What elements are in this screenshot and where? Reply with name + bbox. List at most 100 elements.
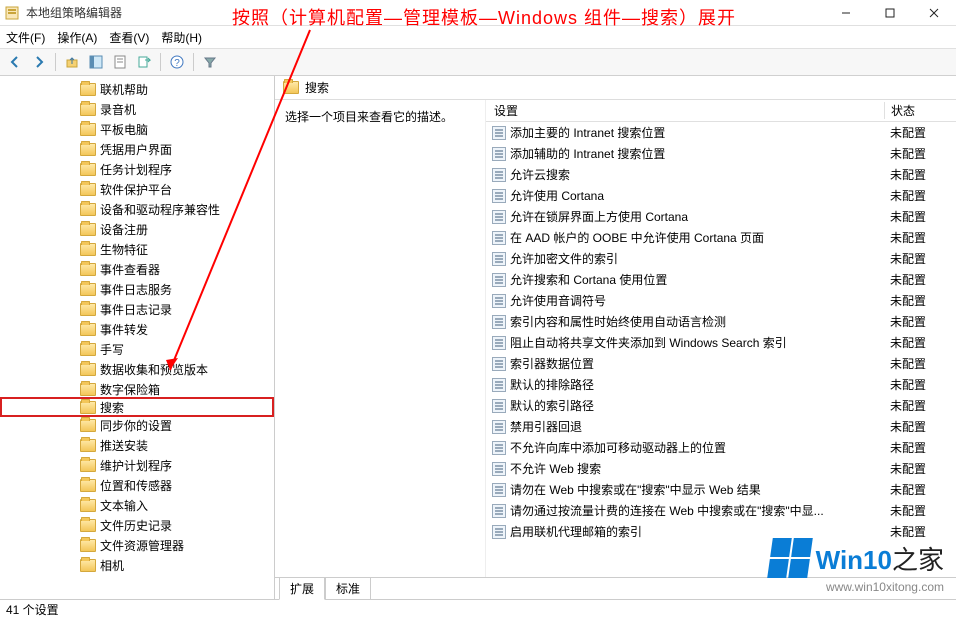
properties-button[interactable]	[109, 51, 131, 73]
tree-item[interactable]: 设备和驱动程序兼容性	[0, 199, 274, 219]
tree-item-label: 维护计划程序	[100, 457, 172, 474]
tree-item-label: 事件转发	[100, 321, 148, 338]
list-row[interactable]: 在 AAD 帐户的 OOBE 中允许使用 Cortana 页面未配置	[486, 227, 956, 248]
tree-item[interactable]: 推送安装	[0, 435, 274, 455]
tree-item[interactable]: 数据收集和预览版本	[0, 359, 274, 379]
tree-item[interactable]: 事件转发	[0, 319, 274, 339]
tree-item-label: 任务计划程序	[100, 161, 172, 178]
setting-status: 未配置	[884, 502, 956, 519]
tree-item-label: 生物特征	[100, 241, 148, 258]
tree-item-label: 事件日志记录	[100, 301, 172, 318]
show-tree-button[interactable]	[85, 51, 107, 73]
list-body[interactable]: 添加主要的 Intranet 搜索位置未配置添加辅助的 Intranet 搜索位…	[486, 122, 956, 577]
svg-text:?: ?	[174, 58, 180, 69]
up-folder-button[interactable]	[61, 51, 83, 73]
tree-item[interactable]: 任务计划程序	[0, 159, 274, 179]
tree-item[interactable]: 生物特征	[0, 239, 274, 259]
menu-view[interactable]: 查看(V)	[109, 29, 149, 46]
list-row[interactable]: 索引内容和属性时始终使用自动语言检测未配置	[486, 311, 956, 332]
export-button[interactable]	[133, 51, 155, 73]
watermark-brand: Win10	[816, 545, 892, 575]
list-row[interactable]: 请勿通过按流量计费的连接在 Web 中搜索或在"搜索"中显...未配置	[486, 500, 956, 521]
window-title: 本地组策略编辑器	[26, 4, 122, 21]
folder-icon	[283, 81, 299, 94]
tree-item-label: 文件历史记录	[100, 517, 172, 534]
settings-list: 设置 状态 添加主要的 Intranet 搜索位置未配置添加辅助的 Intran…	[485, 100, 956, 577]
tab-extended[interactable]: 扩展	[279, 578, 325, 600]
tree-item-label: 凭据用户界面	[100, 141, 172, 158]
folder-icon	[80, 519, 96, 532]
list-row[interactable]: 允许云搜索未配置	[486, 164, 956, 185]
setting-label: 阻止自动将共享文件夹添加到 Windows Search 索引	[510, 334, 884, 351]
tree-item[interactable]: 数字保险箱	[0, 379, 274, 399]
setting-icon	[492, 210, 506, 224]
setting-icon	[492, 231, 506, 245]
folder-icon	[80, 303, 96, 316]
tree-item[interactable]: 位置和传感器	[0, 475, 274, 495]
tree-pane[interactable]: 联机帮助录音机平板电脑凭据用户界面任务计划程序软件保护平台设备和驱动程序兼容性设…	[0, 76, 275, 599]
list-row[interactable]: 允许搜索和 Cortana 使用位置未配置	[486, 269, 956, 290]
tree-item-label: 文本输入	[100, 497, 148, 514]
help-button[interactable]: ?	[166, 51, 188, 73]
menu-action[interactable]: 操作(A)	[57, 29, 97, 46]
list-row[interactable]: 允许加密文件的索引未配置	[486, 248, 956, 269]
column-setting[interactable]: 设置	[486, 102, 884, 119]
filter-button[interactable]	[199, 51, 221, 73]
folder-icon	[80, 263, 96, 276]
setting-label: 允许使用 Cortana	[510, 187, 884, 204]
description-pane: 选择一个项目来查看它的描述。	[275, 100, 485, 577]
list-row[interactable]: 禁用引器回退未配置	[486, 416, 956, 437]
list-row[interactable]: 添加主要的 Intranet 搜索位置未配置	[486, 122, 956, 143]
forward-button[interactable]	[28, 51, 50, 73]
close-button[interactable]	[912, 0, 956, 26]
column-status[interactable]: 状态	[884, 102, 956, 119]
list-row[interactable]: 添加辅助的 Intranet 搜索位置未配置	[486, 143, 956, 164]
tree-item[interactable]: 联机帮助	[0, 79, 274, 99]
tree-item[interactable]: 事件日志服务	[0, 279, 274, 299]
setting-label: 允许云搜索	[510, 166, 884, 183]
annotation-text: 按照（计算机配置—管理模板—Windows 组件—搜索）展开	[232, 4, 736, 30]
list-row[interactable]: 允许使用音调符号未配置	[486, 290, 956, 311]
list-row[interactable]: 索引器数据位置未配置	[486, 353, 956, 374]
maximize-button[interactable]	[868, 0, 912, 26]
tree-item[interactable]: 文件资源管理器	[0, 535, 274, 555]
tree-item[interactable]: 手写	[0, 339, 274, 359]
list-row[interactable]: 不允许向库中添加可移动驱动器上的位置未配置	[486, 437, 956, 458]
setting-status: 未配置	[884, 229, 956, 246]
menu-file[interactable]: 文件(F)	[6, 29, 45, 46]
folder-icon	[80, 401, 96, 414]
back-button[interactable]	[4, 51, 26, 73]
right-header: 搜索	[275, 76, 956, 100]
setting-icon	[492, 273, 506, 287]
tree-item[interactable]: 平板电脑	[0, 119, 274, 139]
folder-icon	[80, 103, 96, 116]
menu-help[interactable]: 帮助(H)	[161, 29, 202, 46]
minimize-button[interactable]	[824, 0, 868, 26]
tree-item[interactable]: 维护计划程序	[0, 455, 274, 475]
tree-item[interactable]: 软件保护平台	[0, 179, 274, 199]
tree-item[interactable]: 事件日志记录	[0, 299, 274, 319]
tree-item[interactable]: 相机	[0, 555, 274, 575]
tab-standard[interactable]: 标准	[325, 578, 371, 600]
tree-item[interactable]: 录音机	[0, 99, 274, 119]
list-row[interactable]: 允许使用 Cortana未配置	[486, 185, 956, 206]
tree-item[interactable]: 设备注册	[0, 219, 274, 239]
tree-item[interactable]: 同步你的设置	[0, 415, 274, 435]
list-row[interactable]: 默认的索引路径未配置	[486, 395, 956, 416]
list-row[interactable]: 允许在锁屏界面上方使用 Cortana未配置	[486, 206, 956, 227]
folder-icon	[80, 559, 96, 572]
tree-item[interactable]: 事件查看器	[0, 259, 274, 279]
list-row[interactable]: 请勿在 Web 中搜索或在"搜索"中显示 Web 结果未配置	[486, 479, 956, 500]
tree-item[interactable]: 文件历史记录	[0, 515, 274, 535]
tree-item[interactable]: 文本输入	[0, 495, 274, 515]
setting-icon	[492, 420, 506, 434]
list-row[interactable]: 阻止自动将共享文件夹添加到 Windows Search 索引未配置	[486, 332, 956, 353]
setting-label: 不允许向库中添加可移动驱动器上的位置	[510, 439, 884, 456]
list-row[interactable]: 默认的排除路径未配置	[486, 374, 956, 395]
tree-item[interactable]: 凭据用户界面	[0, 139, 274, 159]
tree-item[interactable]: 搜索	[0, 397, 274, 417]
setting-icon	[492, 147, 506, 161]
tree-item-label: 录音机	[100, 101, 136, 118]
setting-icon	[492, 336, 506, 350]
list-row[interactable]: 不允许 Web 搜索未配置	[486, 458, 956, 479]
